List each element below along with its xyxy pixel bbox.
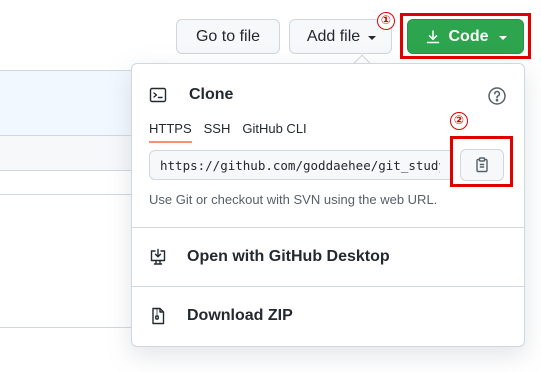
- background-banner: [0, 71, 135, 135]
- go-to-file-label: Go to file: [195, 27, 261, 45]
- clone-dropdown: Clone HTTPS SSH GitHub CLI https://githu…: [131, 63, 525, 347]
- go-to-file-button[interactable]: Go to file: [176, 19, 280, 54]
- repository-page: Go to file Add file Code Clone HTTPS SSH…: [0, 0, 541, 372]
- download-zip-label: Download ZIP: [187, 307, 293, 324]
- clone-tabs: HTTPS SSH GitHub CLI: [149, 121, 307, 143]
- clone-help-text: Use Git or checkout with SVN using the w…: [149, 192, 438, 207]
- clipboard-icon: [476, 157, 488, 173]
- caret-down-icon: [368, 35, 377, 40]
- tab-https[interactable]: HTTPS: [149, 121, 192, 143]
- add-file-label: Add file: [306, 27, 361, 45]
- open-with-desktop-item[interactable]: Open with GitHub Desktop: [132, 228, 524, 286]
- file-zip-icon: [152, 307, 165, 325]
- tab-ssh[interactable]: SSH: [204, 121, 231, 143]
- background-file-header: [0, 136, 135, 170]
- code-button[interactable]: Code: [407, 19, 524, 54]
- open-with-desktop-label: Open with GitHub Desktop: [187, 248, 390, 265]
- background-divider: [0, 194, 135, 195]
- clone-title: Clone: [189, 86, 234, 103]
- download-zip-item[interactable]: Download ZIP: [132, 287, 524, 345]
- background-divider: [0, 170, 135, 171]
- tab-github-cli[interactable]: GitHub CLI: [242, 121, 306, 143]
- caret-down-icon: [498, 35, 507, 40]
- clone-section: Clone HTTPS SSH GitHub CLI https://githu…: [132, 64, 524, 227]
- clone-header: Clone: [149, 86, 233, 104]
- terminal-icon: [149, 87, 167, 103]
- background-divider: [0, 327, 135, 328]
- clone-url-input[interactable]: [150, 151, 450, 179]
- copy-url-button[interactable]: [460, 149, 504, 181]
- download-icon: [426, 29, 439, 43]
- question-icon[interactable]: [487, 86, 507, 106]
- annotation-number-two: ②: [450, 112, 468, 130]
- clone-url-box: [149, 150, 450, 180]
- desktop-download-icon: [150, 248, 166, 265]
- add-file-button[interactable]: Add file: [289, 19, 392, 54]
- code-button-label: Code: [448, 27, 489, 45]
- annotation-number-one: ①: [377, 12, 395, 30]
